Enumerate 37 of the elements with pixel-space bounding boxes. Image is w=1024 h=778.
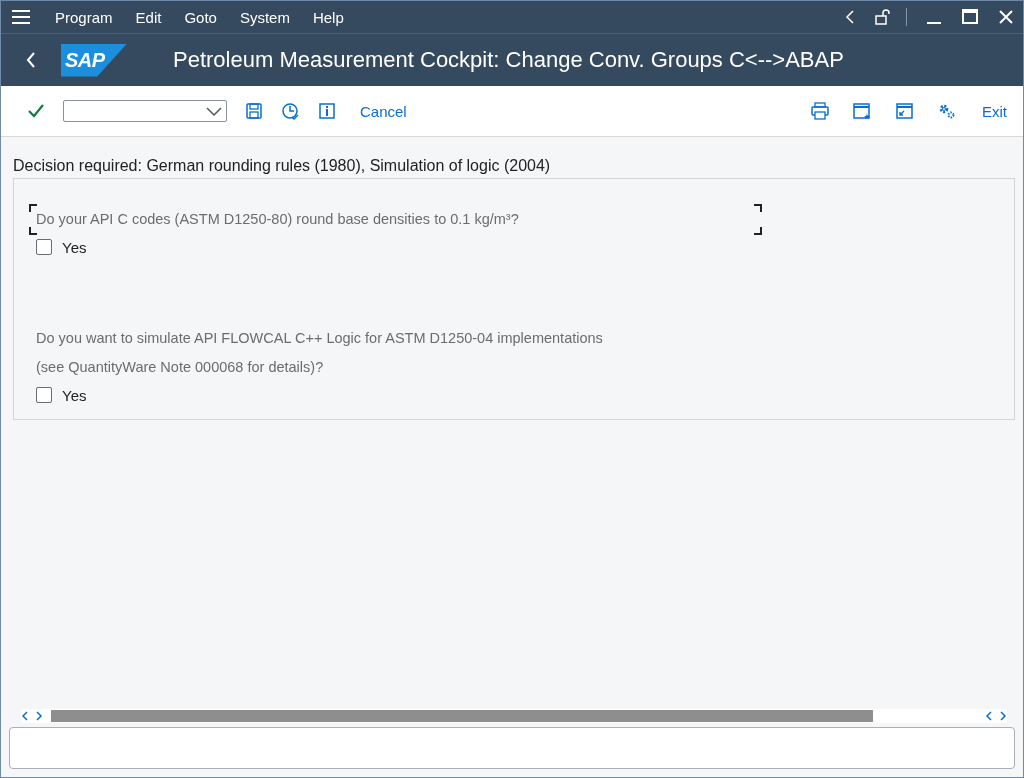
sap-logo: SAP bbox=[61, 43, 127, 77]
menu-item[interactable]: System bbox=[239, 8, 290, 26]
menu-item[interactable]: Program bbox=[55, 8, 113, 26]
section-heading: Decision required: German rounding rules (1980), Simulation of logic (2004) bbox=[13, 157, 552, 175]
new-window-icon[interactable] bbox=[852, 101, 872, 121]
caret-icon[interactable] bbox=[206, 105, 222, 117]
maximize-icon[interactable] bbox=[961, 8, 979, 26]
printer-icon[interactable] bbox=[810, 101, 830, 121]
question-text: Do your API C codes (ASTM D1250-80) round base densities to 0.1 kg/m³? bbox=[36, 210, 519, 229]
checkbox-label[interactable]: Yes bbox=[62, 386, 87, 404]
info-icon[interactable] bbox=[318, 102, 336, 120]
menu-item[interactable]: Goto bbox=[184, 8, 217, 26]
save-icon[interactable] bbox=[245, 102, 263, 120]
menu-item[interactable]: Help bbox=[312, 8, 344, 26]
checkbox[interactable] bbox=[36, 239, 52, 255]
command-field[interactable] bbox=[63, 100, 227, 122]
scrollbar-thumb[interactable] bbox=[51, 710, 873, 722]
cancel-button[interactable]: Cancel bbox=[360, 102, 407, 120]
exit-button[interactable]: Exit bbox=[982, 102, 1007, 120]
scroll-left-icon[interactable] bbox=[21, 710, 29, 722]
checkmark-icon[interactable] bbox=[27, 102, 45, 120]
window-title: Petroleum Measurement Cockpit: Change Conv. Groups C<-->ABAP bbox=[173, 47, 844, 73]
menu-icon[interactable] bbox=[11, 7, 31, 27]
back-icon[interactable] bbox=[844, 9, 856, 25]
horizontal-scrollbar[interactable] bbox=[21, 709, 1007, 723]
menu-item[interactable]: Edit bbox=[135, 8, 162, 26]
unlock-icon[interactable] bbox=[874, 8, 892, 26]
question-text: Do you want to simulate API FLOWCAL C++ Logic for ASTM D1250-04 implementations bbox=[36, 329, 603, 348]
checkbox-label[interactable]: Yes bbox=[62, 238, 87, 256]
scroll-left-icon[interactable] bbox=[985, 710, 993, 722]
close-icon[interactable] bbox=[997, 8, 1015, 26]
back-icon[interactable] bbox=[25, 51, 37, 69]
scroll-right-icon[interactable] bbox=[999, 710, 1007, 722]
checkbox[interactable] bbox=[36, 387, 52, 403]
question-text: (see QuantityWare Note 000068 for details)? bbox=[36, 358, 324, 377]
scroll-right-icon[interactable] bbox=[35, 710, 43, 722]
clock-check-icon[interactable] bbox=[281, 101, 300, 121]
